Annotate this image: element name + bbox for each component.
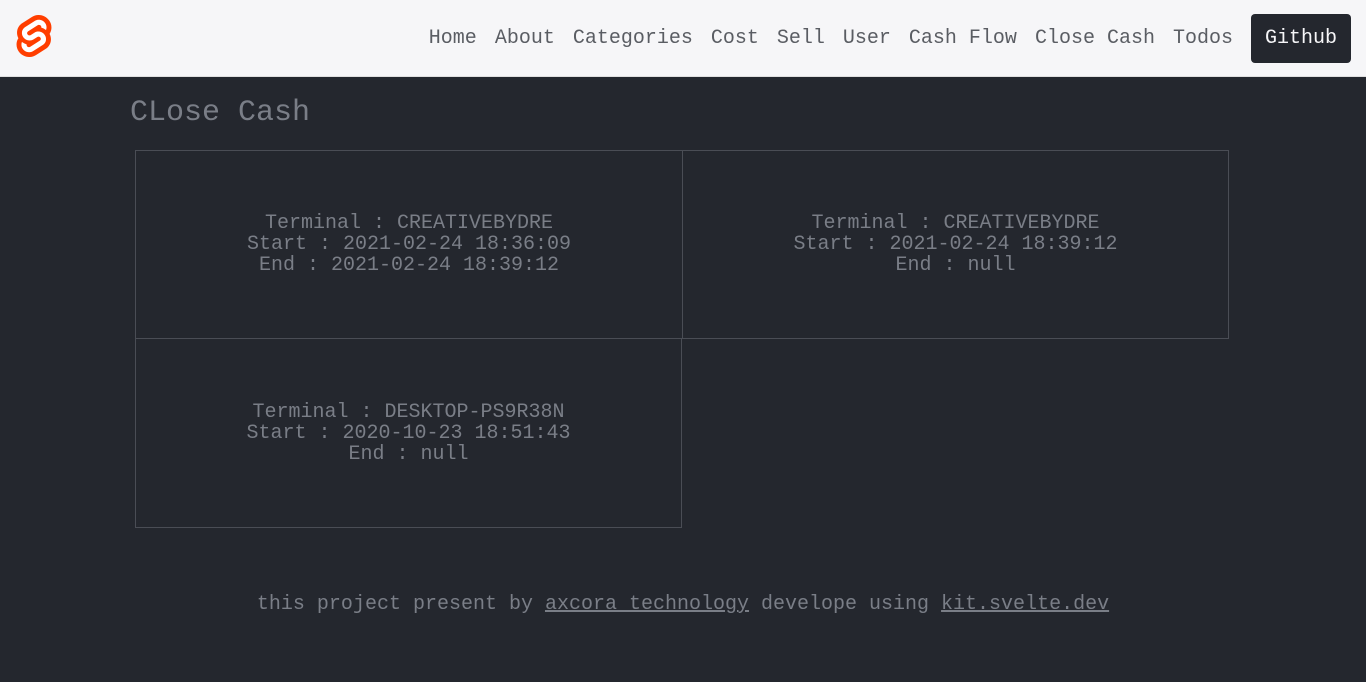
footer-link-sveltekit[interactable]: kit.svelte.dev — [941, 593, 1109, 616]
footer-text-prefix: this project present by — [257, 593, 545, 616]
card-start: Start : 2021-02-24 18:36:09 — [247, 234, 571, 255]
close-cash-card[interactable]: Terminal : CREATIVEBYDRE Start : 2021-02… — [135, 150, 682, 339]
main-nav: Home About Categories Cost Sell User Cas… — [429, 14, 1351, 63]
nav-cashflow[interactable]: Cash Flow — [909, 27, 1017, 50]
footer: this project present by axcora technolog… — [0, 593, 1366, 616]
card-terminal: Terminal : CREATIVEBYDRE — [265, 213, 553, 234]
nav-home[interactable]: Home — [429, 27, 477, 50]
close-cash-card[interactable]: Terminal : DESKTOP-PS9R38N Start : 2020-… — [135, 339, 682, 528]
logo[interactable] — [15, 15, 53, 62]
card-end: End : 2021-02-24 18:39:12 — [259, 255, 559, 276]
card-start: Start : 2021-02-24 18:39:12 — [793, 234, 1117, 255]
close-cash-card[interactable]: Terminal : CREATIVEBYDRE Start : 2021-02… — [682, 150, 1229, 339]
header: Home About Categories Cost Sell User Cas… — [0, 0, 1366, 77]
nav-about[interactable]: About — [495, 27, 555, 50]
card-terminal: Terminal : CREATIVEBYDRE — [811, 213, 1099, 234]
nav-sell[interactable]: Sell — [777, 27, 825, 50]
nav-todos[interactable]: Todos — [1173, 27, 1233, 50]
page-title: CLose Cash — [130, 96, 1366, 130]
card-start: Start : 2020-10-23 18:51:43 — [246, 423, 570, 444]
close-cash-grid: Terminal : CREATIVEBYDRE Start : 2021-02… — [135, 150, 1366, 528]
footer-text-middle: develope using — [749, 593, 941, 616]
github-button[interactable]: Github — [1251, 14, 1351, 63]
nav-categories[interactable]: Categories — [573, 27, 693, 50]
svelte-icon — [15, 15, 53, 57]
nav-closecash[interactable]: Close Cash — [1035, 27, 1155, 50]
card-terminal: Terminal : DESKTOP-PS9R38N — [252, 402, 564, 423]
card-end: End : null — [895, 255, 1015, 276]
card-end: End : null — [348, 444, 468, 465]
footer-link-axcora[interactable]: axcora technology — [545, 593, 749, 616]
nav-cost[interactable]: Cost — [711, 27, 759, 50]
nav-user[interactable]: User — [843, 27, 891, 50]
